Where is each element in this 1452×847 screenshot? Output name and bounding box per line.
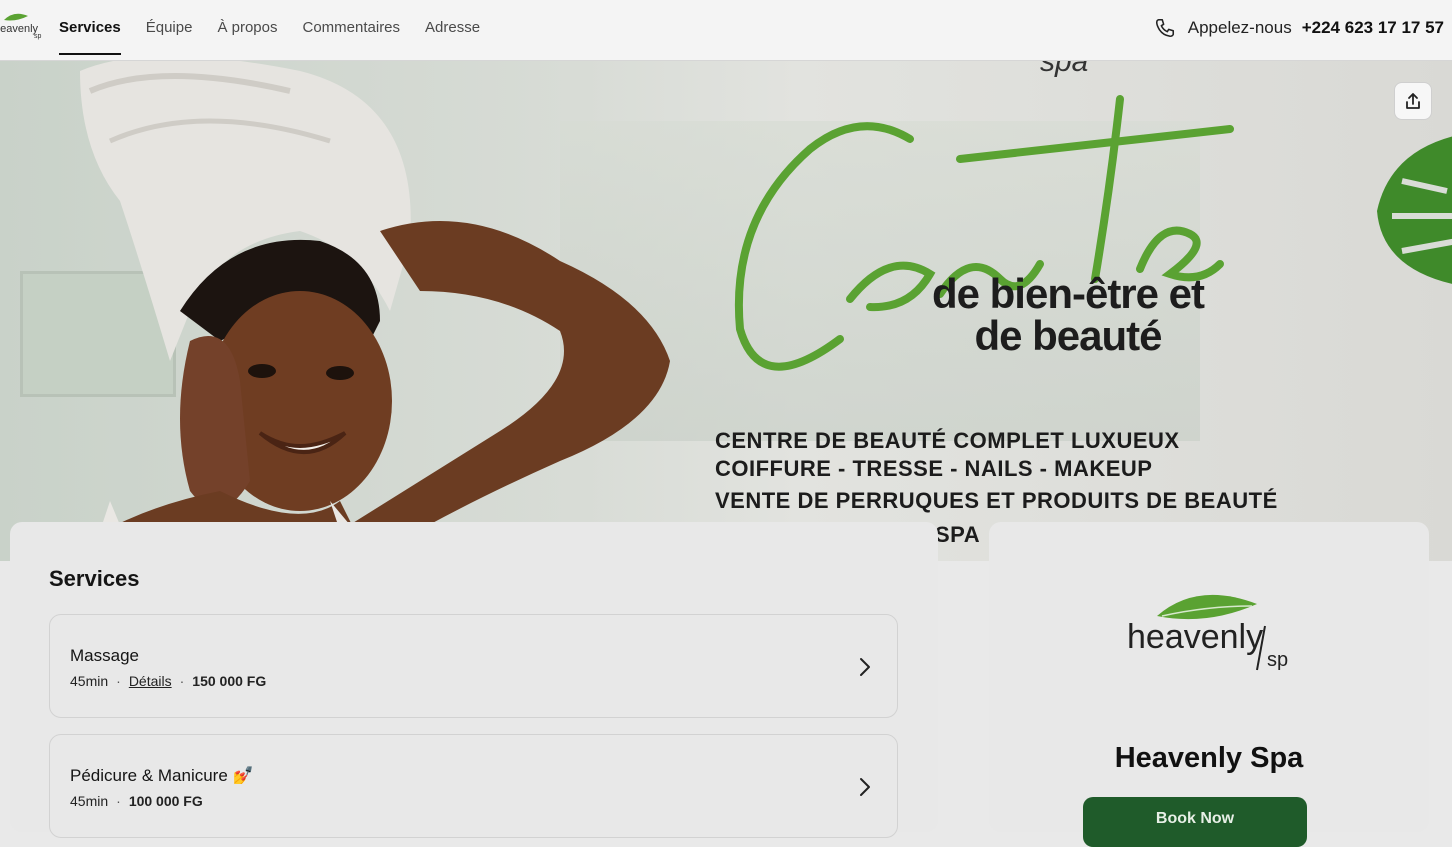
top-navigation: heavenly sp Services Équipe À propos Com… xyxy=(0,0,1452,61)
svg-text:sp: sp xyxy=(34,33,42,40)
hero-line-1: CENTRE DE BEAUTÉ COMPLET LUXUEUX xyxy=(715,428,1180,453)
svg-text:heavenly: heavenly xyxy=(1127,618,1263,656)
hero-subtitle-line1: de bien-être et xyxy=(931,270,1205,317)
service-price: 100 000 FG xyxy=(128,793,203,809)
hero-banner: spa de bien-être et de beauté CENTRE DE … xyxy=(0,61,1452,561)
tab-address[interactable]: Adresse xyxy=(425,0,480,61)
tab-reviews[interactable]: Commentaires xyxy=(303,0,401,61)
business-logo: heavenly sp xyxy=(1127,594,1288,671)
tab-services[interactable]: Services xyxy=(59,0,121,61)
call-us-link[interactable]: Appelez-nous +224 623 17 17 57 xyxy=(1154,16,1444,40)
service-details-link[interactable]: Détails xyxy=(129,673,172,689)
tab-team[interactable]: Équipe xyxy=(146,0,193,61)
monstera-leaf-decoration xyxy=(1377,136,1452,284)
services-title: Services xyxy=(49,566,140,591)
hero-line-3: VENTE DE PERRUQUES ET PRODUITS DE BEAUTÉ xyxy=(715,488,1278,513)
hero-line-4: SPA xyxy=(935,522,981,547)
service-price: 150 000 FG xyxy=(192,673,267,689)
chevron-right-icon xyxy=(860,658,870,676)
service-meta: 45min · Détails · 150 000 FG xyxy=(70,673,266,689)
book-now-button[interactable]: Book Now xyxy=(1083,797,1307,847)
meta-separator: · xyxy=(116,673,121,689)
business-info-card: heavenly sp Heavenly Spa Book Now xyxy=(989,522,1429,847)
phone-number[interactable]: +224 623 17 17 57 xyxy=(1302,18,1444,38)
svg-text:heavenly: heavenly xyxy=(0,23,39,35)
service-meta: 45min · 100 000 FG xyxy=(70,793,203,809)
brand-logo[interactable]: heavenly sp xyxy=(0,10,46,42)
nav-tabs: Services Équipe À propos Commentaires Ad… xyxy=(59,0,505,61)
svg-text:sp: sp xyxy=(1267,649,1288,671)
service-item-pedicure-manicure[interactable]: Pédicure & Manicure 💅 45min · 100 000 FG xyxy=(49,734,898,838)
service-duration: 45min xyxy=(70,793,109,809)
meta-separator: · xyxy=(116,793,121,809)
hero-spa-mark: spa xyxy=(1040,61,1089,78)
service-duration: 45min xyxy=(70,673,109,689)
service-name: Pédicure & Manicure 💅 xyxy=(70,766,254,785)
hero-subtitle: de bien-être et de beauté xyxy=(888,273,1248,357)
call-label: Appelez-nous xyxy=(1187,18,1292,37)
business-name: Heavenly Spa xyxy=(1114,742,1304,774)
chevron-right-icon xyxy=(860,778,870,796)
services-section: Services Massage 45min · Détails · 150 000 F… xyxy=(10,522,938,838)
service-item-massage[interactable]: Massage 45min · Détails · 150 000 FG xyxy=(49,614,898,718)
hero-subtitle-line2: de beauté xyxy=(974,312,1162,359)
tab-about[interactable]: À propos xyxy=(217,0,277,61)
phone-icon xyxy=(1155,18,1174,38)
share-button[interactable] xyxy=(1394,82,1432,120)
service-name: Massage xyxy=(70,646,139,665)
meta-separator: · xyxy=(179,673,185,689)
hero-photo-woman xyxy=(60,61,670,561)
share-icon xyxy=(1406,93,1420,109)
hero-line-2: COIFFURE - TRESSE - NAILS - MAKEUP xyxy=(715,456,1153,481)
